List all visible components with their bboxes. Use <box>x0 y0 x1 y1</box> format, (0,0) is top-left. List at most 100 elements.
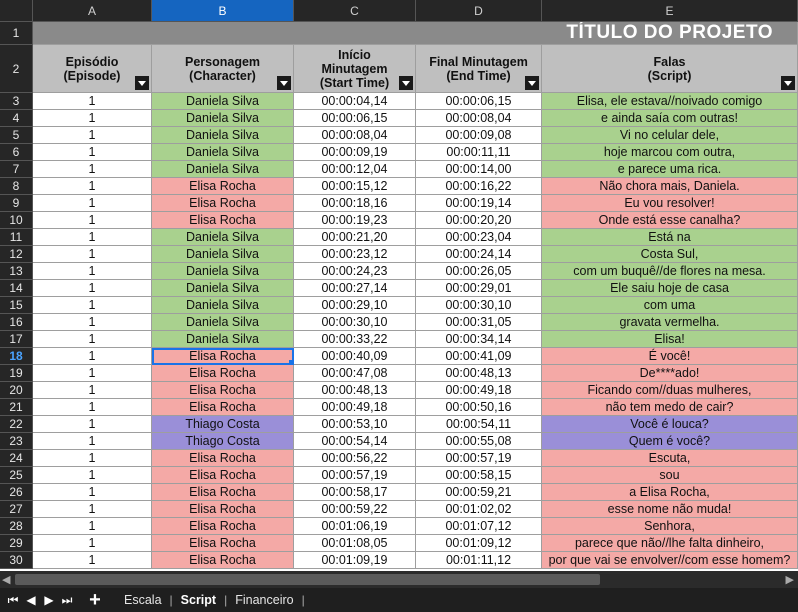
start-time-cell[interactable]: 00:01:08,05 <box>294 535 416 552</box>
last-sheet-icon[interactable]: ⏭ <box>58 593 76 608</box>
episode-cell[interactable]: 1 <box>33 93 152 110</box>
start-time-cell[interactable]: 00:00:19,23 <box>294 212 416 229</box>
character-cell[interactable]: Elisa Rocha <box>152 501 294 518</box>
column-header-b[interactable]: B <box>152 0 294 22</box>
character-cell[interactable]: Daniela Silva <box>152 127 294 144</box>
character-cell[interactable]: Elisa Rocha <box>152 535 294 552</box>
character-cell[interactable]: Elisa Rocha <box>152 178 294 195</box>
start-time-cell[interactable]: 00:00:56,22 <box>294 450 416 467</box>
end-time-cell[interactable]: 00:01:09,12 <box>416 535 542 552</box>
row-header[interactable]: 29 <box>0 535 33 552</box>
episode-cell[interactable]: 1 <box>33 535 152 552</box>
end-time-cell[interactable]: 00:00:24,14 <box>416 246 542 263</box>
character-cell[interactable]: Thiago Costa <box>152 416 294 433</box>
episode-cell[interactable]: 1 <box>33 161 152 178</box>
character-cell[interactable]: Elisa Rocha <box>152 450 294 467</box>
start-time-cell[interactable]: 00:00:21,20 <box>294 229 416 246</box>
row-header[interactable]: 24 <box>0 450 33 467</box>
episode-cell[interactable]: 1 <box>33 365 152 382</box>
filter-dropdown-icon[interactable] <box>277 76 291 90</box>
episode-cell[interactable]: 1 <box>33 484 152 501</box>
episode-cell[interactable]: 1 <box>33 501 152 518</box>
scroll-right-icon[interactable]: ▶ <box>786 573 794 586</box>
row-header[interactable]: 12 <box>0 246 33 263</box>
end-time-cell[interactable]: 00:00:54,11 <box>416 416 542 433</box>
start-time-cell[interactable]: 00:00:18,16 <box>294 195 416 212</box>
row-header[interactable]: 16 <box>0 314 33 331</box>
row-header[interactable]: 2 <box>0 45 33 93</box>
character-header[interactable]: Personagem (Character) <box>152 45 294 93</box>
character-cell[interactable]: Daniela Silva <box>152 161 294 178</box>
end-time-cell[interactable]: 00:00:41,09 <box>416 348 542 365</box>
start-time-cell[interactable]: 00:01:09,19 <box>294 552 416 569</box>
character-cell[interactable]: Daniela Silva <box>152 144 294 161</box>
character-cell[interactable]: Daniela Silva <box>152 93 294 110</box>
spreadsheet-grid[interactable]: A B C D E 1 TÍTULO DO PROJETO 2 Episódio… <box>0 0 798 571</box>
row-header[interactable]: 11 <box>0 229 33 246</box>
start-time-header[interactable]: Início Minutagem (Start Time) <box>294 45 416 93</box>
line-cell[interactable]: hoje marcou com outra, <box>542 144 798 161</box>
start-time-cell[interactable]: 00:00:47,08 <box>294 365 416 382</box>
line-cell[interactable]: e ainda saía com outras! <box>542 110 798 127</box>
column-header-e[interactable]: E <box>542 0 798 22</box>
start-time-cell[interactable]: 00:00:09,19 <box>294 144 416 161</box>
episode-cell[interactable]: 1 <box>33 331 152 348</box>
filter-dropdown-icon[interactable] <box>781 76 795 90</box>
end-time-cell[interactable]: 00:00:58,15 <box>416 467 542 484</box>
character-cell[interactable]: Elisa Rocha <box>152 484 294 501</box>
line-cell[interactable]: Ele saiu hoje de casa <box>542 280 798 297</box>
start-time-cell[interactable]: 00:00:40,09 <box>294 348 416 365</box>
row-header[interactable]: 23 <box>0 433 33 450</box>
episode-cell[interactable]: 1 <box>33 433 152 450</box>
start-time-cell[interactable]: 00:00:59,22 <box>294 501 416 518</box>
column-header-c[interactable]: C <box>294 0 416 22</box>
start-time-cell[interactable]: 00:00:27,14 <box>294 280 416 297</box>
line-cell[interactable]: esse nome não muda! <box>542 501 798 518</box>
select-all-corner[interactable] <box>0 0 33 22</box>
episode-cell[interactable]: 1 <box>33 229 152 246</box>
character-cell[interactable]: Elisa Rocha <box>152 518 294 535</box>
line-cell[interactable]: Elisa, ele estava//noivado comigo <box>542 93 798 110</box>
row-header[interactable]: 28 <box>0 518 33 535</box>
character-cell[interactable]: Daniela Silva <box>152 263 294 280</box>
row-header[interactable]: 20 <box>0 382 33 399</box>
project-title[interactable]: TÍTULO DO PROJETO <box>33 22 798 45</box>
episode-cell[interactable]: 1 <box>33 382 152 399</box>
column-header-a[interactable]: A <box>33 0 152 22</box>
episode-cell[interactable]: 1 <box>33 178 152 195</box>
start-time-cell[interactable]: 00:00:04,14 <box>294 93 416 110</box>
line-cell[interactable]: a Elisa Rocha, <box>542 484 798 501</box>
character-cell[interactable]: Elisa Rocha <box>152 348 294 365</box>
row-header[interactable]: 26 <box>0 484 33 501</box>
filter-dropdown-icon[interactable] <box>399 76 413 90</box>
end-time-cell[interactable]: 00:00:14,00 <box>416 161 542 178</box>
row-header[interactable]: 3 <box>0 93 33 110</box>
episode-cell[interactable]: 1 <box>33 416 152 433</box>
episode-header[interactable]: Episódio (Episode) <box>33 45 152 93</box>
episode-cell[interactable]: 1 <box>33 127 152 144</box>
episode-cell[interactable]: 1 <box>33 518 152 535</box>
line-cell[interactable]: Senhora, <box>542 518 798 535</box>
next-sheet-icon[interactable]: ▶ <box>40 593 58 607</box>
row-header[interactable]: 14 <box>0 280 33 297</box>
character-cell[interactable]: Elisa Rocha <box>152 365 294 382</box>
end-time-cell[interactable]: 00:00:11,11 <box>416 144 542 161</box>
prev-sheet-icon[interactable]: ◀ <box>22 593 40 607</box>
row-header[interactable]: 8 <box>0 178 33 195</box>
line-cell[interactable]: com um buquê//de flores na mesa. <box>542 263 798 280</box>
start-time-cell[interactable]: 00:00:58,17 <box>294 484 416 501</box>
row-header[interactable]: 17 <box>0 331 33 348</box>
start-time-cell[interactable]: 00:00:12,04 <box>294 161 416 178</box>
character-cell[interactable]: Daniela Silva <box>152 110 294 127</box>
start-time-cell[interactable]: 00:00:57,19 <box>294 467 416 484</box>
character-cell[interactable]: Daniela Silva <box>152 314 294 331</box>
episode-cell[interactable]: 1 <box>33 552 152 569</box>
end-time-cell[interactable]: 00:00:50,16 <box>416 399 542 416</box>
line-cell[interactable]: Você é louca? <box>542 416 798 433</box>
row-header[interactable]: 21 <box>0 399 33 416</box>
line-cell[interactable]: e parece uma rica. <box>542 161 798 178</box>
start-time-cell[interactable]: 00:00:54,14 <box>294 433 416 450</box>
line-cell[interactable]: Ficando com//duas mulheres, <box>542 382 798 399</box>
scroll-left-icon[interactable]: ◀ <box>2 573 10 586</box>
character-cell[interactable]: Daniela Silva <box>152 246 294 263</box>
